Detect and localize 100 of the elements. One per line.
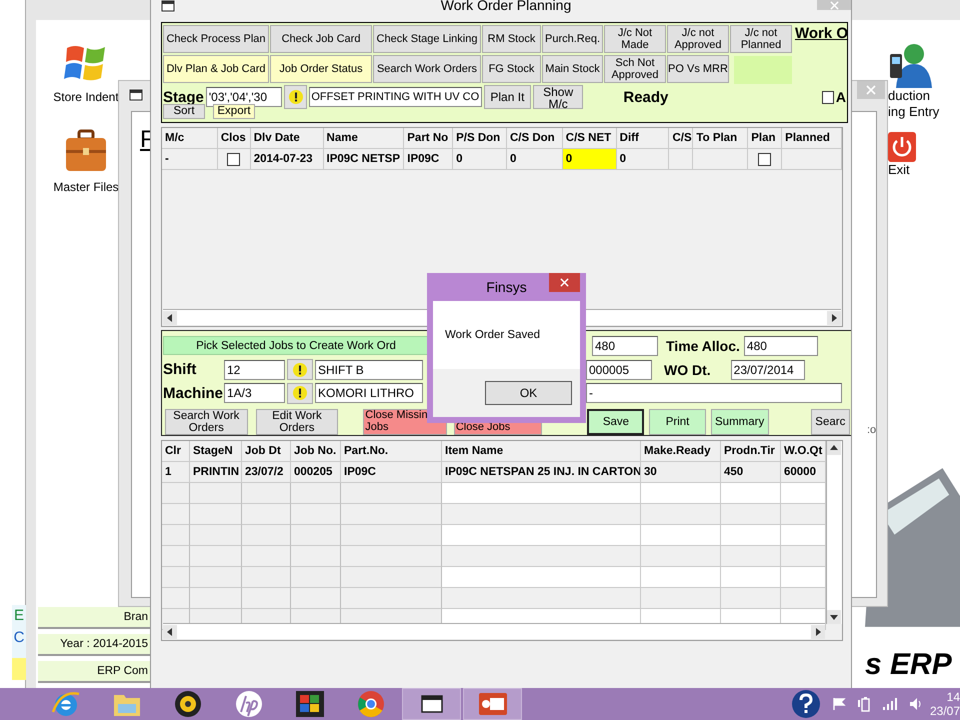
toolbar-button[interactable]: J/c not Approved bbox=[667, 25, 729, 53]
toolbar-button[interactable]: Check Stage Linking bbox=[373, 25, 481, 53]
stage-description-field[interactable]: OFFSET PRINTING WITH UV CO bbox=[309, 87, 482, 107]
ok-button[interactable]: OK bbox=[485, 381, 572, 405]
action-button[interactable]: Searc bbox=[810, 409, 850, 436]
action-button[interactable]: Print bbox=[649, 409, 706, 436]
column-header[interactable]: Make.Ready bbox=[641, 441, 721, 462]
option-checkbox[interactable] bbox=[822, 90, 834, 104]
flag-icon[interactable] bbox=[832, 697, 846, 711]
column-header[interactable]: Job Dt bbox=[242, 441, 291, 462]
side-letter: C bbox=[14, 628, 24, 648]
horizontal-scrollbar[interactable] bbox=[163, 623, 825, 639]
row-checkbox[interactable] bbox=[758, 152, 772, 166]
taskbar-button[interactable] bbox=[402, 688, 461, 720]
column-header[interactable]: C/S bbox=[669, 128, 694, 149]
pick-jobs-button[interactable]: Pick Selected Jobs to Create Work Ord bbox=[163, 336, 429, 356]
warning-icon bbox=[288, 90, 303, 104]
desktop-icon-label[interactable]: Exit bbox=[888, 162, 910, 178]
toolbar-button[interactable]: Export bbox=[213, 104, 255, 119]
toolbar-button[interactable]: Search Work Orders bbox=[373, 55, 481, 83]
lookup-button[interactable] bbox=[287, 359, 313, 380]
action-button[interactable]: Search Work Orders bbox=[165, 409, 248, 436]
briefcase-icon[interactable] bbox=[63, 128, 109, 174]
power-icon[interactable] bbox=[888, 132, 916, 162]
toolbar-button[interactable]: Check Process Plan bbox=[163, 25, 269, 53]
stray-text: :o bbox=[867, 424, 876, 436]
scroll-down-icon[interactable] bbox=[827, 610, 841, 624]
column-header[interactable]: C/S Don bbox=[506, 128, 563, 149]
action-button[interactable]: Summary bbox=[710, 409, 769, 436]
column-header[interactable]: Clos bbox=[218, 128, 251, 149]
toolbar-button[interactable]: J/c not Planned bbox=[730, 25, 792, 53]
wo-date-field[interactable]: 23/07/2014 bbox=[730, 360, 805, 380]
toolbar-button[interactable]: Main Stock bbox=[542, 55, 603, 83]
close-button[interactable] bbox=[549, 273, 580, 292]
signal-icon[interactable] bbox=[882, 697, 898, 711]
column-header[interactable]: Diff bbox=[616, 128, 670, 149]
clock-text[interactable]: 14 bbox=[946, 690, 960, 704]
time-alloc-label: Time Alloc. bbox=[666, 338, 740, 354]
toolbar-button[interactable]: FG Stock bbox=[482, 55, 541, 83]
scroll-right-icon[interactable] bbox=[811, 624, 825, 638]
vertical-scrollbar[interactable] bbox=[826, 441, 842, 624]
desktop-icon-label[interactable]: Master Files bbox=[53, 180, 119, 194]
scroll-up-icon[interactable] bbox=[827, 441, 841, 455]
machine-name-field[interactable]: KOMORI LITHRO bbox=[315, 383, 423, 404]
speaker-icon[interactable] bbox=[909, 697, 923, 711]
chrome-icon bbox=[356, 690, 386, 718]
lookup-button[interactable] bbox=[287, 382, 313, 404]
stage-code-field[interactable]: '03','04','30 bbox=[206, 87, 282, 107]
time-alloc-field[interactable]: 480 bbox=[744, 336, 818, 356]
toolbar-button[interactable]: Sch Not Approved bbox=[604, 55, 666, 83]
window-icon bbox=[161, 0, 175, 12]
table-cell: 0 bbox=[453, 149, 507, 170]
scroll-left-icon[interactable] bbox=[163, 310, 177, 324]
toolbar-button[interactable]: Check Job Card bbox=[270, 25, 372, 53]
remark-field[interactable]: - bbox=[586, 383, 842, 404]
toolbar-button[interactable]: Job Order Status bbox=[270, 55, 372, 83]
scroll-left-icon[interactable] bbox=[163, 624, 177, 638]
column-header[interactable]: Part No bbox=[404, 128, 454, 149]
action-button[interactable]: Edit Work Orders bbox=[256, 409, 338, 436]
column-header[interactable]: Name bbox=[324, 128, 404, 149]
table-cell: IP09C bbox=[404, 149, 454, 170]
desktop-icon-label[interactable]: duction bbox=[888, 88, 930, 104]
stage-button[interactable]: Plan It bbox=[484, 85, 531, 109]
browser-e-icon bbox=[50, 690, 80, 718]
shift-code-field[interactable]: 12 bbox=[224, 360, 285, 380]
column-header[interactable]: Item Name bbox=[442, 441, 641, 462]
column-header[interactable]: StageN bbox=[190, 441, 242, 462]
column-header[interactable]: Job No. bbox=[291, 441, 341, 462]
clock-text[interactable]: 23/07 bbox=[930, 704, 960, 718]
toolbar-button[interactable]: Purch.Req. bbox=[542, 25, 603, 53]
battery-icon[interactable] bbox=[857, 696, 871, 712]
desktop-icon-label[interactable]: ing Entry bbox=[888, 104, 940, 120]
column-header[interactable]: Prodn.Tir bbox=[721, 441, 781, 462]
shift-name-field[interactable]: SHIFT B bbox=[315, 360, 423, 380]
toolbar-button[interactable]: J/c Not Made bbox=[604, 25, 666, 53]
action-button[interactable]: Save bbox=[587, 409, 644, 436]
work-order-number-field[interactable]: 000005 bbox=[586, 360, 652, 380]
column-header[interactable]: W.O.Qt bbox=[781, 441, 826, 462]
lookup-button[interactable] bbox=[284, 85, 308, 109]
row-checkbox[interactable] bbox=[227, 152, 240, 166]
help-icon[interactable] bbox=[791, 689, 821, 719]
column-header[interactable]: Part.No. bbox=[341, 441, 442, 462]
person-with-phone-icon[interactable] bbox=[888, 42, 932, 88]
column-header[interactable]: Plan bbox=[748, 128, 782, 149]
time-field[interactable]: 480 bbox=[592, 336, 658, 356]
toolbar-button[interactable]: Dlv Plan & Job Card bbox=[163, 55, 269, 83]
column-header[interactable]: M/c bbox=[162, 128, 218, 149]
toolbar-button[interactable]: RM Stock bbox=[482, 25, 541, 53]
column-header[interactable]: P/S Don bbox=[453, 128, 507, 149]
column-header[interactable]: To Plan bbox=[693, 128, 748, 149]
column-header[interactable]: C/S NET bbox=[562, 128, 617, 149]
toolbar-button[interactable]: Sort bbox=[163, 104, 205, 119]
scroll-right-icon[interactable] bbox=[827, 310, 841, 324]
column-header[interactable]: Clr bbox=[162, 441, 190, 462]
stage-button[interactable]: Show M/c bbox=[532, 85, 584, 109]
column-header[interactable]: Planned bbox=[782, 128, 842, 149]
desktop-icon-label[interactable]: Store Indent bbox=[53, 90, 119, 104]
toolbar-button[interactable]: PO Vs MRR bbox=[667, 55, 729, 83]
column-header[interactable]: Dlv Date bbox=[250, 128, 324, 149]
machine-code-field[interactable]: 1A/3 bbox=[224, 383, 285, 404]
